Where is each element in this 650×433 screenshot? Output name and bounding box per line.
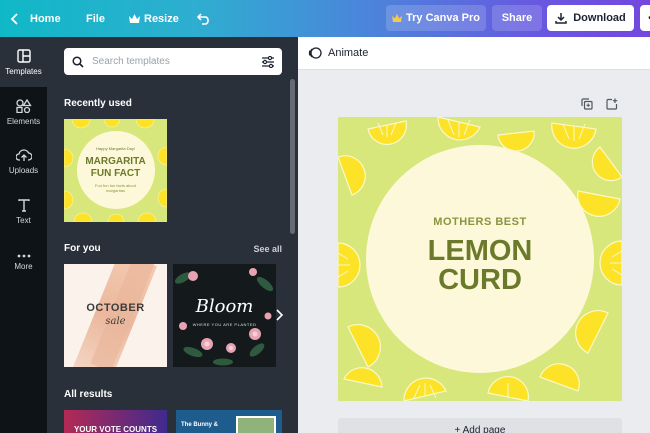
add-page-icon	[606, 98, 618, 110]
october-script: sale	[105, 316, 126, 327]
panel-scrollbar[interactable]	[290, 79, 295, 234]
all-results-heading: All results	[64, 389, 113, 400]
rail-item-elements[interactable]: Elements	[0, 87, 47, 137]
search-input[interactable]: Search templates	[92, 56, 261, 67]
design-title-line-2[interactable]: CURD	[338, 265, 622, 295]
resize-button[interactable]: Resize	[129, 0, 179, 37]
side-rail: Templates Elements Uploads Text More	[0, 37, 47, 433]
chevron-right-icon	[276, 309, 283, 321]
elements-icon	[15, 98, 32, 113]
bloom-title: Bloom	[195, 296, 254, 317]
design-title-line-1[interactable]: LEMON	[338, 236, 622, 266]
rail-label: Text	[16, 216, 31, 225]
text-icon	[17, 199, 30, 212]
rail-item-templates[interactable]: Templates	[0, 37, 47, 87]
editor-area: Animate MOTHERS BEST LEMON CURD + Add pa…	[298, 37, 650, 433]
more-icon	[17, 254, 30, 257]
for-you-heading: For you	[64, 243, 101, 254]
templates-icon	[16, 48, 31, 63]
margarita-title-2: FUN FACT	[90, 168, 141, 179]
rail-item-more[interactable]: More	[0, 237, 47, 287]
download-label: Download	[573, 12, 626, 24]
templates-panel: Search templates Recently used Happy Mar…	[47, 37, 298, 433]
template-thumbnail-october[interactable]: OCTOBER sale	[64, 264, 167, 367]
rail-item-uploads[interactable]: Uploads	[0, 137, 47, 187]
recently-used-heading: Recently used	[64, 98, 132, 109]
file-label: File	[86, 12, 105, 25]
rail-label: Uploads	[8, 166, 39, 175]
design-canvas[interactable]: MOTHERS BEST LEMON CURD	[338, 117, 622, 401]
resize-label: Resize	[144, 12, 179, 25]
more-options-button[interactable]: •	[640, 5, 650, 31]
undo-icon	[197, 12, 209, 25]
share-button[interactable]: Share	[492, 5, 542, 31]
rail-item-text[interactable]: Text	[0, 187, 47, 237]
result-vote-text: YOUR VOTE COUNTS	[73, 425, 158, 433]
editor-toolbar: Animate	[298, 37, 650, 70]
crown-icon	[392, 14, 402, 22]
filter-icon[interactable]	[261, 55, 275, 68]
crown-icon	[129, 14, 140, 23]
undo-button[interactable]	[197, 0, 211, 37]
result-bunny-text: The Bunny &	[181, 422, 218, 428]
add-page-icon-button[interactable]	[606, 97, 620, 111]
margarita-title-1: MARGARITA	[85, 156, 146, 167]
rail-label: Elements	[6, 116, 41, 126]
chevron-left-icon	[10, 12, 18, 25]
file-menu[interactable]: File	[86, 0, 105, 37]
margarita-small-text: Happy Margarita Day!	[96, 146, 135, 151]
bloom-subtitle: WHERE YOU ARE PLANTED	[192, 322, 257, 327]
see-all-link[interactable]: See all	[253, 244, 282, 254]
rail-label: More	[14, 261, 33, 271]
top-toolbar: Home File Resize Try Canva Pro Share Dow…	[0, 0, 650, 37]
home-button[interactable]: Home	[10, 0, 61, 37]
uploads-icon	[15, 149, 32, 161]
try-pro-label: Try Canva Pro	[406, 12, 480, 24]
rail-label: Templates	[5, 66, 42, 76]
download-button[interactable]: Download	[547, 5, 634, 31]
duplicate-page-button[interactable]	[581, 97, 595, 111]
design-kicker[interactable]: MOTHERS BEST	[338, 216, 622, 228]
photo-area	[236, 416, 276, 433]
search-templates-field[interactable]: Search templates	[64, 48, 282, 75]
share-label: Share	[501, 12, 533, 24]
animate-label: Animate	[328, 47, 369, 59]
animate-button[interactable]: Animate	[308, 46, 368, 60]
result-thumbnail-vote[interactable]: YOUR VOTE COUNTS	[64, 410, 167, 433]
result-thumbnail-bunny[interactable]: The Bunny &	[176, 410, 282, 433]
margarita-body-text: Fun fun fun facts about margaritas	[95, 183, 136, 193]
october-title: OCTOBER	[86, 302, 145, 314]
duplicate-icon	[581, 98, 593, 110]
carousel-next-button[interactable]	[272, 305, 286, 325]
download-icon	[555, 13, 567, 24]
home-label: Home	[30, 12, 61, 25]
template-thumbnail-margarita[interactable]: Happy Margarita Day! MARGARITA FUN FACT …	[64, 119, 167, 222]
try-canva-pro-button[interactable]: Try Canva Pro	[386, 5, 486, 31]
animate-icon	[308, 47, 322, 59]
add-page-button[interactable]: + Add page	[338, 418, 622, 433]
template-thumbnail-bloom[interactable]: Bloom WHERE YOU ARE PLANTED	[173, 264, 276, 367]
search-icon	[72, 55, 84, 68]
